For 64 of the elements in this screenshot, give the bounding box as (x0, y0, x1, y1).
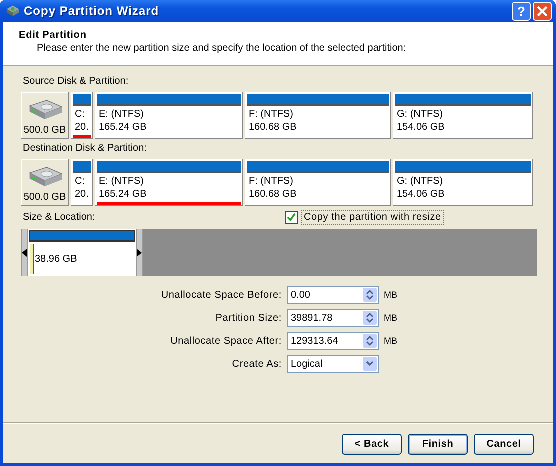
help-button[interactable]: ? (512, 2, 531, 20)
partition-tile[interactable]: G: (NTFS) 154.06 GB (393, 159, 533, 206)
partition-name: F: (NTFS) (249, 109, 294, 120)
partition-tile[interactable]: C: 20. (71, 92, 93, 139)
spin-field[interactable]: 39891.78 (287, 309, 379, 327)
field-label: Partition Size: (214, 312, 283, 324)
partition-size: 165.24 GB (99, 122, 148, 133)
partition-tile[interactable]: E: (NTFS) 165.24 GB (95, 92, 243, 139)
partition-tile[interactable]: F: (NTFS) 160.68 GB (245, 159, 391, 206)
hard-drive-icon (26, 165, 64, 189)
disk-tile[interactable]: 500.0 GB (21, 92, 69, 139)
partition-size: 154.06 GB (397, 122, 446, 133)
left-arrow-icon (22, 248, 27, 256)
wizard-button[interactable]: < Back (342, 434, 402, 455)
partition-size: 20. (75, 122, 89, 133)
close-icon (537, 6, 548, 16)
header-title: Edit Partition (19, 30, 88, 41)
partition-size: 160.68 GB (249, 122, 298, 133)
field-label: Unallocate Space Before: (160, 290, 283, 300)
wizard-button[interactable]: Cancel (474, 434, 534, 455)
header-description: Please enter the new partition size and specify the location of the selected partition: (37, 43, 408, 54)
spin-field[interactable]: 0.00 (287, 286, 379, 304)
disk-size: 500.0 GB (24, 125, 66, 136)
disk-tile[interactable]: 500.0 GB (21, 159, 69, 206)
partition-tile[interactable]: C: 20. (71, 159, 93, 206)
partition-name: F: (NTFS) (249, 176, 294, 187)
partition-tile[interactable]: G: (NTFS) 154.06 GB (393, 92, 533, 139)
partition-name: G: (NTFS) (397, 176, 444, 187)
section-label: Size & Location: (23, 212, 96, 222)
spin-arrows-icon[interactable] (363, 334, 377, 348)
spin-arrows-icon[interactable] (363, 311, 377, 325)
dropdown[interactable]: Logical (287, 355, 379, 373)
partition-size: 160.68 GB (249, 189, 298, 200)
partition-name: E: (NTFS) (99, 109, 145, 120)
resize-handle[interactable] (136, 229, 143, 276)
spin-field[interactable]: 129313.64 (287, 332, 379, 350)
app-icon (6, 4, 20, 18)
unit-label: MB (384, 336, 398, 346)
partition-size: 38.96 GB (35, 254, 78, 264)
window-title: Copy Partition Wizard (24, 4, 160, 18)
partition-size: 154.06 GB (397, 189, 446, 200)
check-icon (287, 212, 296, 222)
unit-label: MB (384, 290, 398, 300)
wizard-button[interactable]: Finish (408, 434, 468, 455)
partition-size: 165.24 GB (99, 189, 148, 200)
partition-name: G: (NTFS) (397, 109, 444, 120)
spin-arrows-icon[interactable] (363, 288, 377, 302)
resize-handle[interactable] (21, 229, 28, 276)
partition-block[interactable]: 38.96 GB (21, 229, 143, 276)
partition-size: 20. (75, 189, 89, 200)
partition-name: E: (NTFS) (99, 176, 145, 187)
disk-size: 500.0 GB (24, 192, 66, 203)
hard-drive-icon (26, 98, 64, 122)
field-label: Create As: (231, 358, 283, 370)
close-button[interactable] (533, 2, 552, 20)
partition-name: C: (75, 109, 86, 120)
partition-name: C: (75, 176, 86, 187)
right-arrow-icon (136, 248, 142, 256)
section-label: Destination Disk & Partition: (23, 143, 148, 154)
partition-tile[interactable]: F: (NTFS) 160.68 GB (245, 92, 391, 139)
field-label: Unallocate Space After: (170, 336, 283, 346)
unit-label: MB (384, 313, 398, 323)
partition-tile[interactable]: E: (NTFS) 165.24 GB (95, 159, 243, 206)
section-label: Source Disk & Partition: (23, 76, 130, 87)
